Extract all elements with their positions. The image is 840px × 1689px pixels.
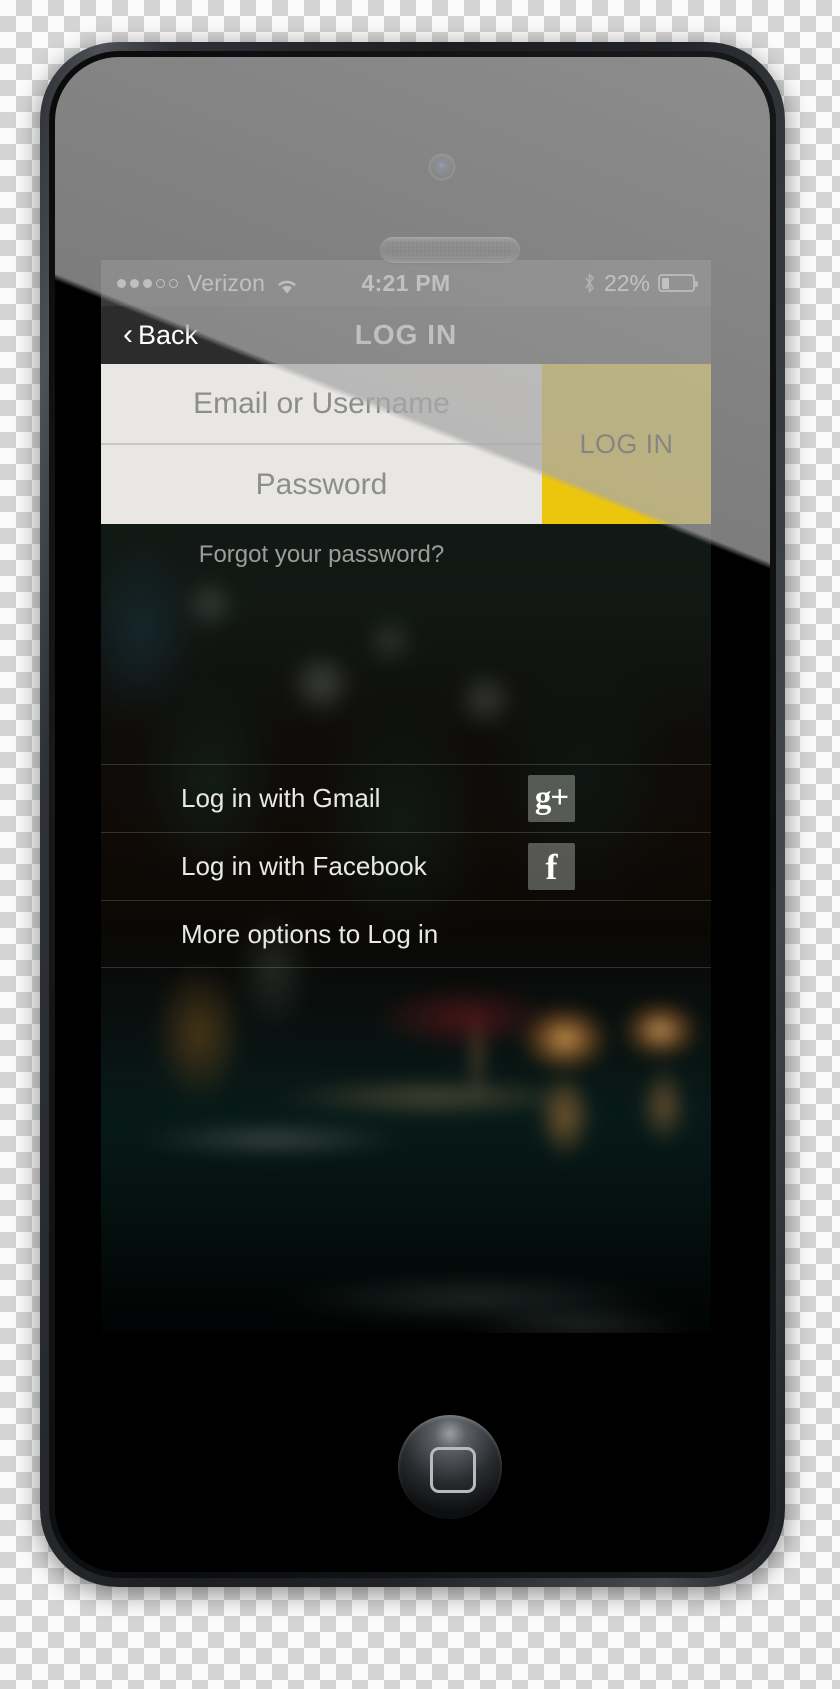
email-input[interactable] [101,364,543,443]
phone-glass: Verizon 4:21 PM 22% ‹ Back LOG IN Email … [55,57,770,1572]
phone-bezel: Verizon 4:21 PM 22% ‹ Back LOG IN Email … [49,51,776,1578]
phone-device: Verizon 4:21 PM 22% ‹ Back LOG IN Email … [40,42,785,1587]
password-input[interactable] [101,445,543,524]
more-options-label: More options to Log in [181,918,439,949]
social-login-list: Log in with Gmail g+ Log in with Faceboo… [101,764,711,968]
status-bar: Verizon 4:21 PM 22% [101,260,711,306]
battery-icon [658,274,698,292]
input-fields-group [101,364,543,524]
page-title: LOG IN [354,319,458,350]
forgot-password-link[interactable]: Forgot your password? [101,532,542,578]
status-bar-right: 22% [406,269,698,297]
email-field-wrapper [101,364,543,445]
battery-percent-label: 22% [603,269,650,296]
front-camera-icon [430,155,454,179]
google-plus-icon: g+ [528,775,575,822]
list-item[interactable]: Log in with Facebook f [101,832,711,900]
bluetooth-icon [583,273,596,293]
list-item[interactable]: More options to Log in [101,900,711,968]
earpiece-speaker-icon [380,237,520,263]
screen: Verizon 4:21 PM 22% ‹ Back LOG IN Email … [101,260,711,1333]
home-button[interactable] [398,1415,502,1519]
login-submit-button[interactable]: LOG IN [542,364,711,524]
canvas: Verizon 4:21 PM 22% ‹ Back LOG IN Email … [0,0,840,1689]
facebook-icon: f [528,843,575,890]
list-item[interactable]: Log in with Gmail g+ [101,764,711,832]
login-form: LOG IN [101,364,711,524]
password-field-wrapper [101,445,543,524]
gmail-login-label: Log in with Gmail [181,783,381,813]
nav-bar: ‹ Back LOG IN [101,306,711,364]
facebook-login-label: Log in with Facebook [181,851,427,881]
